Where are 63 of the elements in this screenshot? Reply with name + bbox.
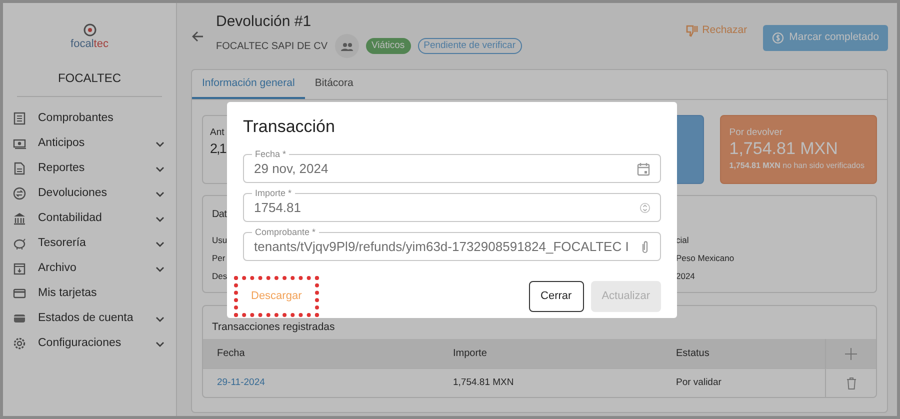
chevron-down-icon — [155, 190, 165, 198]
sidebar-item[interactable]: Devoluciones — [3, 181, 176, 206]
detail-text: Per — [212, 252, 226, 265]
chevron-down-icon — [155, 214, 165, 222]
company-name: FOCALTEC SAPI DE CV — [216, 40, 328, 54]
status-badge: Pendiente de verificar — [418, 38, 522, 54]
sidebar-item[interactable]: Configuraciones — [3, 331, 176, 356]
card-icon — [13, 287, 26, 300]
chevron-down-icon — [155, 340, 165, 348]
stat-label: Por devolver — [729, 127, 783, 138]
detail-text: 2024 — [676, 270, 695, 283]
back-arrow-icon[interactable] — [191, 30, 204, 43]
close-button[interactable]: Cerrar — [528, 281, 584, 312]
company-name: FOCALTEC — [56, 70, 122, 87]
plus-icon — [845, 348, 857, 360]
chevron-down-icon — [155, 240, 165, 248]
stepper-icon[interactable] — [640, 202, 650, 214]
stat-value: 2,1 — [210, 140, 226, 158]
section-title: Transacciones registradas — [211, 320, 336, 335]
people-drawing — [340, 42, 353, 50]
status-badge: Viáticos — [366, 38, 411, 54]
stat-value: 1,754.81 MXN — [729, 138, 839, 160]
logo-icon — [82, 23, 96, 37]
section-title: Dat — [212, 208, 227, 222]
sidebar-item[interactable]: Archivo — [3, 256, 176, 281]
stat-label: Ant — [210, 127, 224, 138]
paperclip-icon[interactable] — [640, 240, 650, 254]
people-icon[interactable] — [334, 34, 359, 58]
sidebar-item[interactable]: Mis tarjetas — [3, 281, 176, 306]
dollar-icon — [772, 32, 784, 44]
page-title: Devolución #1 — [216, 13, 312, 31]
table-cell: 1,754.81 MXN — [439, 368, 662, 397]
trash-icon[interactable] — [846, 376, 856, 390]
sidebar-item[interactable]: Tesorería — [3, 231, 176, 256]
chevron-down-icon — [155, 314, 165, 322]
bank-icon — [13, 212, 26, 225]
gear-icon — [13, 337, 26, 350]
exchange-icon — [13, 187, 26, 200]
calendar-icon[interactable] — [637, 162, 650, 176]
chevron-down-icon — [155, 264, 165, 272]
cash-icon — [13, 137, 26, 150]
thumbs-down-icon — [686, 24, 698, 37]
stat-note: 1,754.81 MXN no han sido verificados — [729, 160, 866, 172]
document-icon — [13, 112, 26, 125]
chevron-down-icon — [155, 164, 165, 172]
wallet-icon — [13, 312, 26, 325]
column-header: Importe — [439, 339, 662, 368]
sidebar-item[interactable]: Comprobantes — [3, 106, 176, 131]
tab[interactable]: Bitácora — [304, 70, 364, 99]
detail-text: Usu — [212, 234, 228, 247]
column-header: Fecha — [203, 339, 439, 368]
logo-text: focaltec — [70, 39, 108, 50]
detail-text: Des — [212, 270, 228, 283]
chevron-down-icon — [155, 140, 165, 148]
sidebar-item[interactable]: Anticipos — [3, 131, 176, 156]
column-header: Estatus — [662, 339, 825, 368]
sidebar-item[interactable]: Estados de cuenta — [3, 306, 176, 331]
table-cell: Por validar — [662, 368, 825, 397]
sidebar-item[interactable]: Reportes — [3, 156, 176, 181]
dialog-title: Transacción — [243, 117, 336, 137]
report-icon — [13, 162, 26, 175]
sidebar-item[interactable]: Contabilidad — [3, 206, 176, 231]
archive-icon — [13, 262, 26, 275]
